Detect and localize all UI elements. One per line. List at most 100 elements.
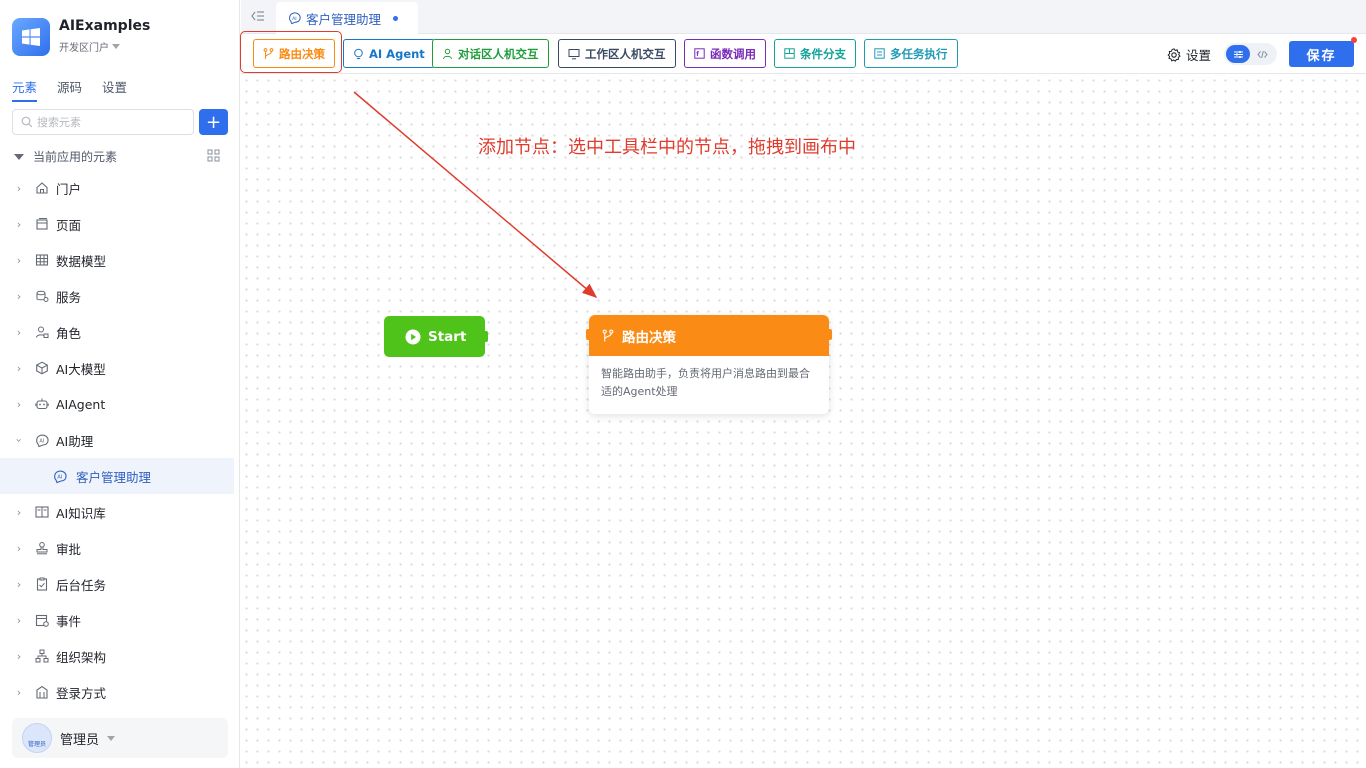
grid-view-icon[interactable] <box>207 149 220 165</box>
search-input[interactable] <box>37 115 177 129</box>
output-port[interactable] <box>827 329 832 340</box>
chevron-right-icon: › <box>16 505 22 519</box>
tree-item-label: 门户 <box>56 181 82 197</box>
ai-assistant-icon: AI <box>288 11 302 25</box>
visual-mode-icon[interactable] <box>1226 45 1250 63</box>
tree-item-ai-assistant[interactable]: › AI AI助理 <box>0 422 234 458</box>
play-icon <box>405 329 421 345</box>
tree-header-label: 当前应用的元素 <box>33 150 118 164</box>
workspace-interaction-button[interactable]: 工作区人机交互 <box>558 39 676 68</box>
svg-text:AI: AI <box>39 438 44 444</box>
annotation-tip: 添加节点：选中工具栏中的节点，拖拽到画布中 <box>478 137 856 158</box>
chevron-right-icon: › <box>16 397 22 411</box>
search-box <box>12 109 194 135</box>
tree-item-label: 后台任务 <box>56 577 107 593</box>
chevron-right-icon: › <box>16 361 22 375</box>
route-node-title: 路由决策 <box>622 329 676 346</box>
element-tree: › 门户 › 页面 › 数据模型 › 服务 › 角色 › AI大模型 › AIA… <box>0 170 234 710</box>
sidebar-tabs: 元素 源码 设置 <box>12 77 127 102</box>
tab-settings[interactable]: 设置 <box>102 77 127 102</box>
multi-task-button[interactable]: 多任务执行 <box>864 39 958 68</box>
tree-item-login-method[interactable]: › 登录方式 <box>0 674 234 710</box>
tree-item-pages[interactable]: › 页面 <box>0 206 234 242</box>
user-menu[interactable]: 管理员 管理员 <box>12 718 228 758</box>
start-node[interactable]: Start <box>384 316 488 357</box>
route-node-header: 路由决策 <box>589 315 829 356</box>
chat-interaction-button[interactable]: 对话区人机交互 <box>432 39 549 68</box>
tree-item-service[interactable]: › 服务 <box>0 278 234 314</box>
tree-item-label: 客户管理助理 <box>76 469 152 485</box>
role-icon <box>34 324 50 340</box>
button-label: 函数调用 <box>710 46 756 61</box>
home-icon <box>34 180 50 196</box>
portal-label: 开发区门户 <box>59 43 109 54</box>
user-icon <box>442 48 453 60</box>
route-decision-button[interactable]: 路由决策 <box>253 39 335 68</box>
collapse-sidebar-icon[interactable] <box>251 10 265 25</box>
chevron-down-icon: › <box>12 437 26 443</box>
tree-item-event[interactable]: › 事件 <box>0 602 234 638</box>
tree-item-label: 事件 <box>56 613 82 629</box>
button-label: 工作区人机交互 <box>585 46 666 61</box>
chevron-right-icon: › <box>16 325 22 339</box>
tree-item-role[interactable]: › 角色 <box>0 314 234 350</box>
settings-label: 设置 <box>1186 48 1212 63</box>
button-label: 条件分支 <box>800 46 846 61</box>
tree-item-organization[interactable]: › 组织架构 <box>0 638 234 674</box>
node-toolbar: 路由决策 AI Agent 对话区人机交互 工作区人机交互 f 函数调用 条件分… <box>240 31 1366 74</box>
service-icon <box>34 288 50 304</box>
settings-button[interactable]: 设置 <box>1167 45 1211 64</box>
input-port[interactable] <box>586 329 591 340</box>
tree-header[interactable]: 当前应用的元素 <box>14 148 220 165</box>
tree-item-ai-model[interactable]: › AI大模型 <box>0 350 234 386</box>
caret-down-icon <box>107 735 116 741</box>
tree-item-portal[interactable]: › 门户 <box>0 170 234 206</box>
chevron-right-icon: › <box>16 649 22 663</box>
tree-item-ai-agent[interactable]: › AIAgent <box>0 386 234 422</box>
start-node-label: Start <box>428 328 467 345</box>
route-decision-node[interactable]: 路由决策 智能路由助手，负责将用户消息路由到最合适的Agent处理 <box>586 315 832 414</box>
sidebar: AIExamples 开发区门户 元素 源码 设置 + 当前应用的元素 <box>0 0 240 768</box>
caret-down-icon <box>14 153 24 160</box>
svg-text:AI: AI <box>57 474 62 480</box>
tree-item-label: AI助理 <box>56 433 94 449</box>
code-mode-icon[interactable] <box>1250 45 1274 63</box>
tab-elements[interactable]: 元素 <box>12 77 38 102</box>
table-icon <box>34 252 50 268</box>
tree-item-knowledge-base[interactable]: › AI知识库 <box>0 494 234 530</box>
add-element-button[interactable]: + <box>199 109 228 135</box>
save-button[interactable]: 保存 <box>1289 37 1357 67</box>
robot-icon <box>34 396 50 412</box>
ai-agent-button[interactable]: AI Agent <box>343 39 435 68</box>
book-icon <box>34 504 50 520</box>
output-port[interactable] <box>483 331 488 342</box>
branch-icon <box>263 47 274 60</box>
chevron-right-icon: › <box>16 289 22 303</box>
chevron-right-icon: › <box>16 541 22 555</box>
ai-assistant-icon: AI <box>34 432 50 448</box>
multitask-icon <box>874 48 885 59</box>
model-icon <box>34 360 50 376</box>
app-header[interactable]: AIExamples 开发区门户 <box>12 18 150 56</box>
portal-selector[interactable]: 开发区门户 <box>59 39 150 54</box>
chevron-right-icon: › <box>16 253 22 267</box>
tree-item-background-task[interactable]: › 后台任务 <box>0 566 234 602</box>
svg-text:AI: AI <box>292 16 297 22</box>
tab-source[interactable]: 源码 <box>57 77 82 102</box>
tree-item-label: 组织架构 <box>56 649 107 665</box>
page-icon <box>34 216 50 232</box>
chevron-right-icon: › <box>16 577 22 591</box>
tree-item-approval[interactable]: › 审批 <box>0 530 234 566</box>
tree-item-customer-assistant[interactable]: AI 客户管理助理 <box>0 458 234 494</box>
tree-item-label: 页面 <box>56 217 82 233</box>
tree-item-label: AI大模型 <box>56 361 106 377</box>
function-call-button[interactable]: f 函数调用 <box>684 39 766 68</box>
flow-canvas[interactable]: 添加节点：选中工具栏中的节点，拖拽到画布中 Start 路由决策 智能路由助手，… <box>241 75 1366 768</box>
user-name: 管理员 <box>60 732 100 748</box>
tree-item-data-model[interactable]: › 数据模型 <box>0 242 234 278</box>
tree-item-label: 审批 <box>56 541 82 557</box>
condition-branch-button[interactable]: 条件分支 <box>774 39 856 68</box>
tab-customer-assistant[interactable]: AI 客户管理助理 <box>276 2 418 34</box>
button-label: 对话区人机交互 <box>458 46 539 61</box>
button-label: AI Agent <box>369 46 425 61</box>
